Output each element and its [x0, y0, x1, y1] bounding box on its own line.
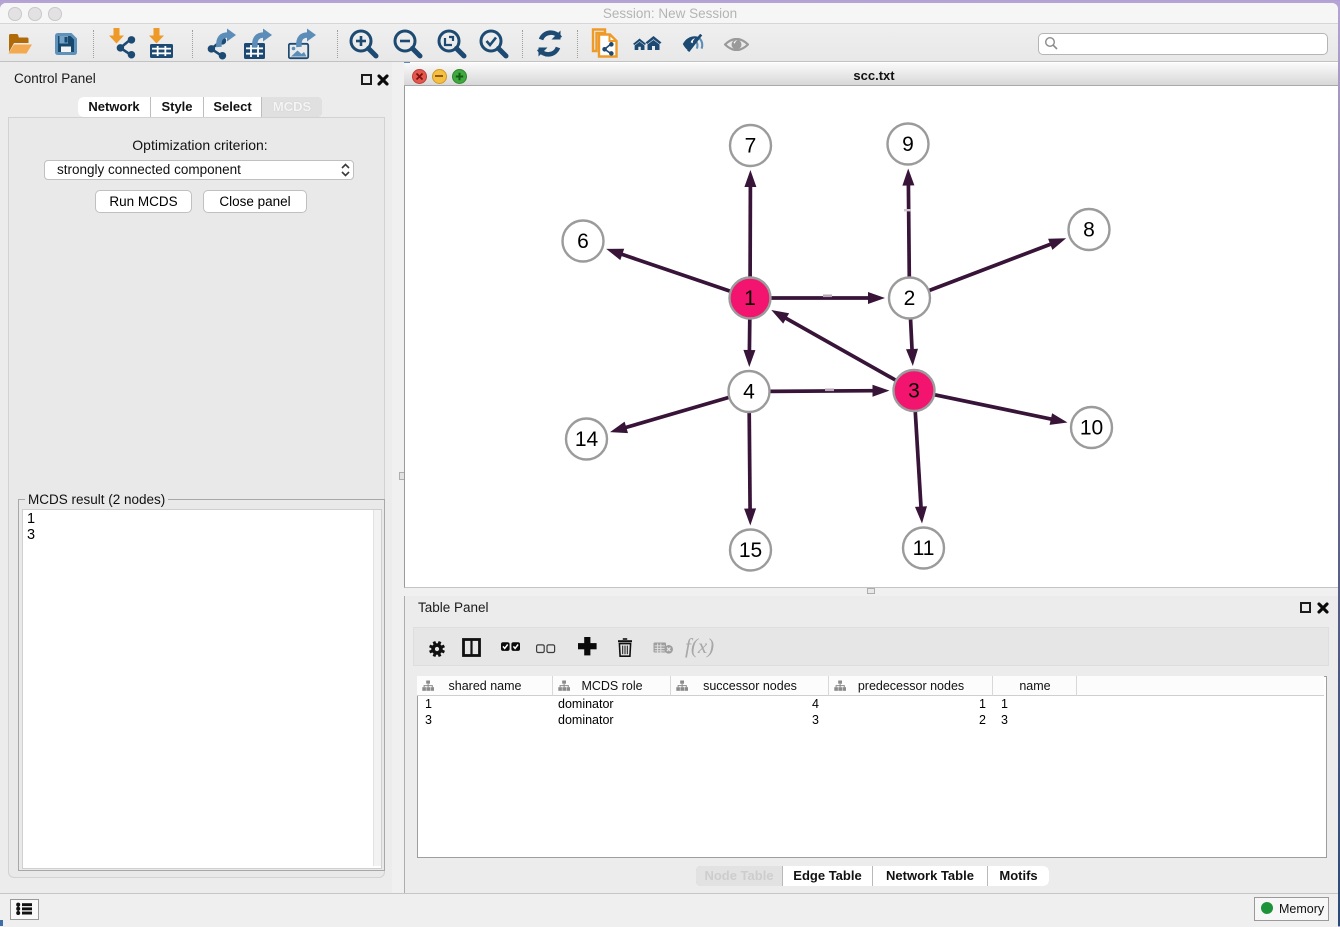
- svg-text:15: 15: [739, 539, 762, 562]
- svg-text:11: 11: [913, 537, 935, 560]
- svg-text:7: 7: [745, 135, 757, 158]
- svg-text:6: 6: [577, 230, 589, 253]
- svg-text:1: 1: [744, 287, 756, 310]
- svg-text:9: 9: [902, 133, 914, 156]
- svg-text:10: 10: [1080, 417, 1103, 440]
- svg-text:2: 2: [904, 287, 916, 310]
- svg-text:14: 14: [575, 428, 599, 451]
- svg-text:8: 8: [1083, 219, 1095, 242]
- svg-text:4: 4: [743, 381, 755, 404]
- svg-text:3: 3: [908, 380, 920, 403]
